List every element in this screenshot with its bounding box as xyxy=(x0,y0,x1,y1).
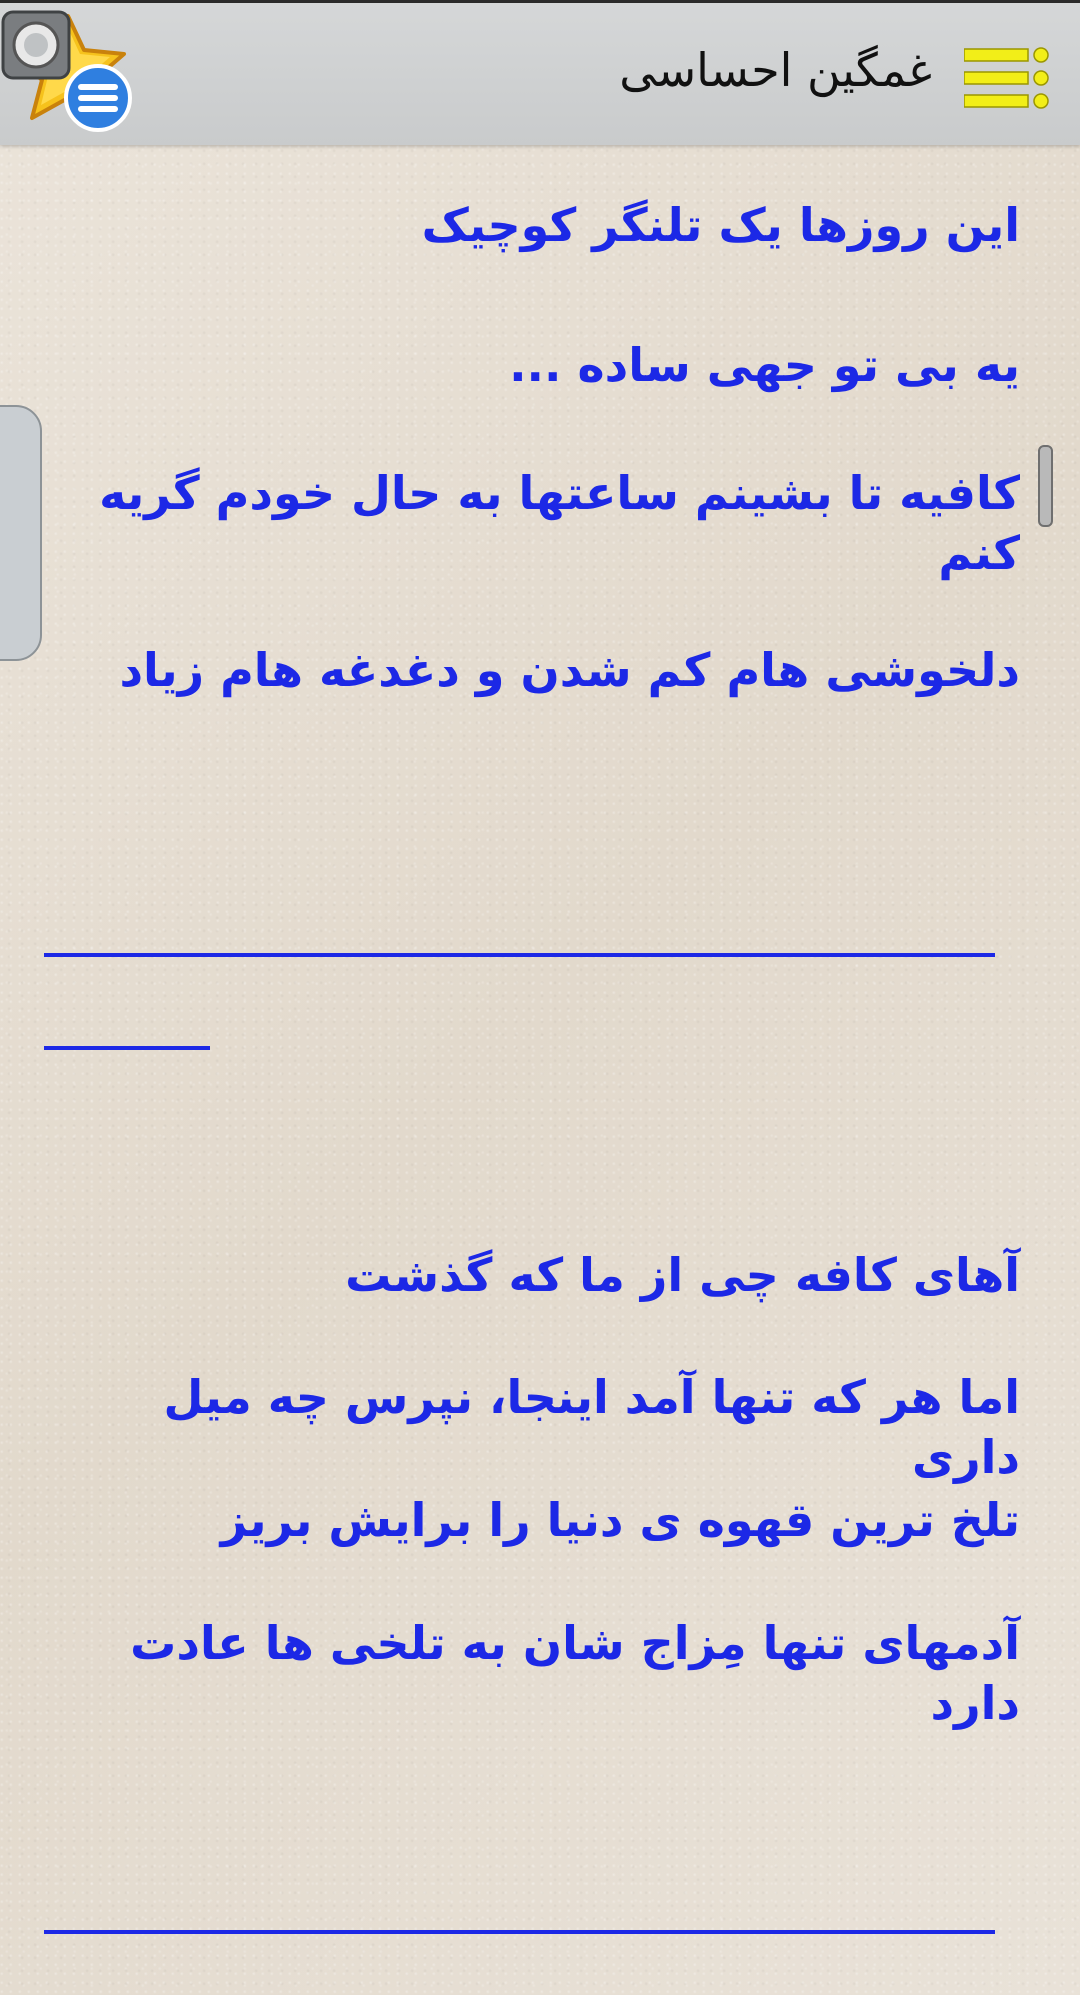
poem-line: تلخ ترین قهوه ی دنیا را برایش بریز xyxy=(220,1493,1020,1547)
poem-line: آهای کافه چی از ما که گذشت xyxy=(345,1248,1020,1302)
app-bar: غمگین احساسی xyxy=(0,3,1080,145)
star-menu-logo-icon[interactable] xyxy=(0,6,140,136)
divider-line xyxy=(44,953,995,957)
scrollbar-thumb[interactable] xyxy=(1038,445,1053,527)
page-title: غمگین احساسی xyxy=(619,43,932,97)
divider-line xyxy=(44,1930,995,1934)
poem-line: اما هر که تنها آمد اینجا، نپرس چه میل دا… xyxy=(163,1370,1020,1484)
poem-line: دلخوشی هام کم شدن و دغدغه هام زیاد xyxy=(119,643,1020,697)
poem-line: یه بی تو جهی ساده ... xyxy=(509,338,1020,392)
poem-line: آدمهای تنها مِزاج شان به تلخی ها عادت دا… xyxy=(130,1616,1020,1730)
divider-line xyxy=(44,1046,210,1050)
hamburger-menu-icon[interactable] xyxy=(963,47,1050,109)
poem-line: این روزها یک تلنگر کوچیک xyxy=(421,198,1020,252)
side-drawer-handle[interactable] xyxy=(0,405,42,661)
poem-line: کافیه تا بشینم ساعتها به حال خودم گریه ک… xyxy=(99,466,1020,580)
